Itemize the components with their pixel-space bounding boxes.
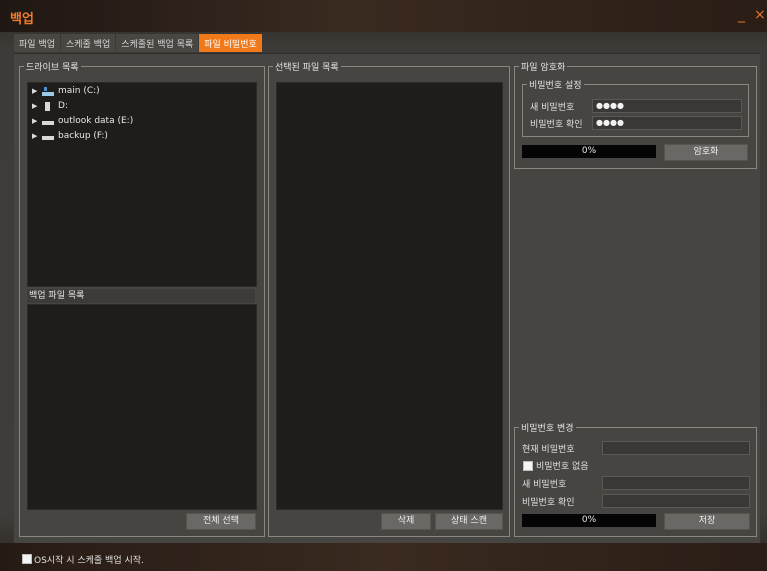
footer-bar: OS시작 시 스케줄 백업 시작. [0,543,767,571]
hard-drive-icon [42,132,54,141]
drive-tree[interactable]: ▶ main (C:) ▶ D: ▶ outlook data (E:) ▶ b… [27,82,257,287]
selected-file-list[interactable] [276,82,503,510]
file-encryption-title: 파일 암호화 [519,60,568,73]
drive-label: backup (F:) [58,131,108,141]
status-scan-button[interactable]: 상태 스캔 [435,513,503,530]
tree-item-drive-e[interactable]: ▶ outlook data (E:) [32,114,133,128]
os-start-checkbox[interactable] [22,554,32,564]
tab-file-password[interactable]: 파일 비밀번호 [199,34,262,52]
delete-button[interactable]: 삭제 [381,513,431,530]
expand-arrow-icon[interactable]: ▶ [32,117,42,125]
drive-label: main (C:) [58,86,100,96]
encrypt-progress-text: 0% [581,146,597,156]
system-drive-icon [42,86,54,96]
password-change-title: 비밀번호 변경 [519,421,576,434]
change-new-password-label: 새 비밀번호 [522,480,567,490]
save-progress-bar: 0% [522,514,656,527]
encrypt-button[interactable]: 암호화 [664,144,748,161]
current-password-label: 현재 비밀번호 [522,445,575,455]
backup-file-list[interactable] [27,304,257,510]
no-password-checkbox[interactable] [523,461,533,471]
encrypt-progress-bar: 0% [522,145,656,158]
new-password-label: 새 비밀번호 [530,103,575,113]
minimize-button[interactable]: _ [738,8,745,22]
change-confirm-password-label: 비밀번호 확인 [522,498,575,508]
password-setting-group: 비밀번호 설정 새 비밀번호 ●●●● 비밀번호 확인 ●●●● [522,78,749,137]
tab-bar: 파일 백업 스케줄 백업 스케줄된 백업 목록 파일 비밀번호 [14,34,263,52]
password-setting-title: 비밀번호 설정 [527,78,584,91]
drive-list-group: 드라이브 목록 ▶ main (C:) ▶ D: ▶ outlook data … [19,60,265,537]
title-bar: 백업 _ × [0,0,767,32]
change-new-password-field[interactable] [602,476,750,490]
tree-item-drive-f[interactable]: ▶ backup (F:) [32,129,108,143]
hard-drive-icon [42,117,54,126]
password-change-group: 비밀번호 변경 현재 비밀번호 비밀번호 없음 새 비밀번호 비밀번호 확인 0… [514,421,757,537]
change-confirm-password-field[interactable] [602,494,750,508]
new-password-value: ●●●● [596,101,624,110]
save-progress-text: 0% [581,515,597,525]
tab-content: 드라이브 목록 ▶ main (C:) ▶ D: ▶ outlook data … [14,53,760,544]
drive-list-title: 드라이브 목록 [24,60,81,73]
usb-drive-icon [42,101,54,111]
select-all-button[interactable]: 전체 선택 [186,513,256,530]
no-password-label: 비밀번호 없음 [536,462,589,472]
backup-file-list-title: 백업 파일 목록 [27,289,255,303]
app-window: 백업 _ × 파일 백업 스케줄 백업 스케줄된 백업 목록 파일 비밀번호 드… [0,0,767,571]
file-encryption-group: 파일 암호화 비밀번호 설정 새 비밀번호 ●●●● 비밀번호 확인 ●●●● … [514,60,757,169]
tab-file-backup[interactable]: 파일 백업 [14,34,60,52]
selected-file-list-title: 선택된 파일 목록 [273,60,341,73]
selected-file-list-group: 선택된 파일 목록 삭제 상태 스캔 [268,60,510,537]
tab-schedule-backup[interactable]: 스케줄 백업 [60,34,116,52]
confirm-password-field[interactable]: ●●●● [592,116,742,130]
new-password-field[interactable]: ●●●● [592,99,742,113]
drive-label: D: [58,101,68,111]
current-password-field[interactable] [602,441,750,455]
drive-label: outlook data (E:) [58,116,134,126]
close-button[interactable]: × [754,8,766,22]
expand-arrow-icon[interactable]: ▶ [32,132,42,140]
app-title: 백업 [10,12,34,27]
tab-scheduled-backup-list[interactable]: 스케줄된 백업 목록 [116,34,199,52]
tree-item-drive-d[interactable]: ▶ D: [32,99,68,113]
confirm-password-label: 비밀번호 확인 [530,120,583,130]
expand-arrow-icon[interactable]: ▶ [32,102,42,110]
save-button[interactable]: 저장 [664,513,750,530]
tree-item-drive-c[interactable]: ▶ main (C:) [32,84,100,98]
expand-arrow-icon[interactable]: ▶ [32,87,42,95]
confirm-password-value: ●●●● [596,118,624,127]
os-start-label: OS시작 시 스케줄 백업 시작. [34,556,144,566]
